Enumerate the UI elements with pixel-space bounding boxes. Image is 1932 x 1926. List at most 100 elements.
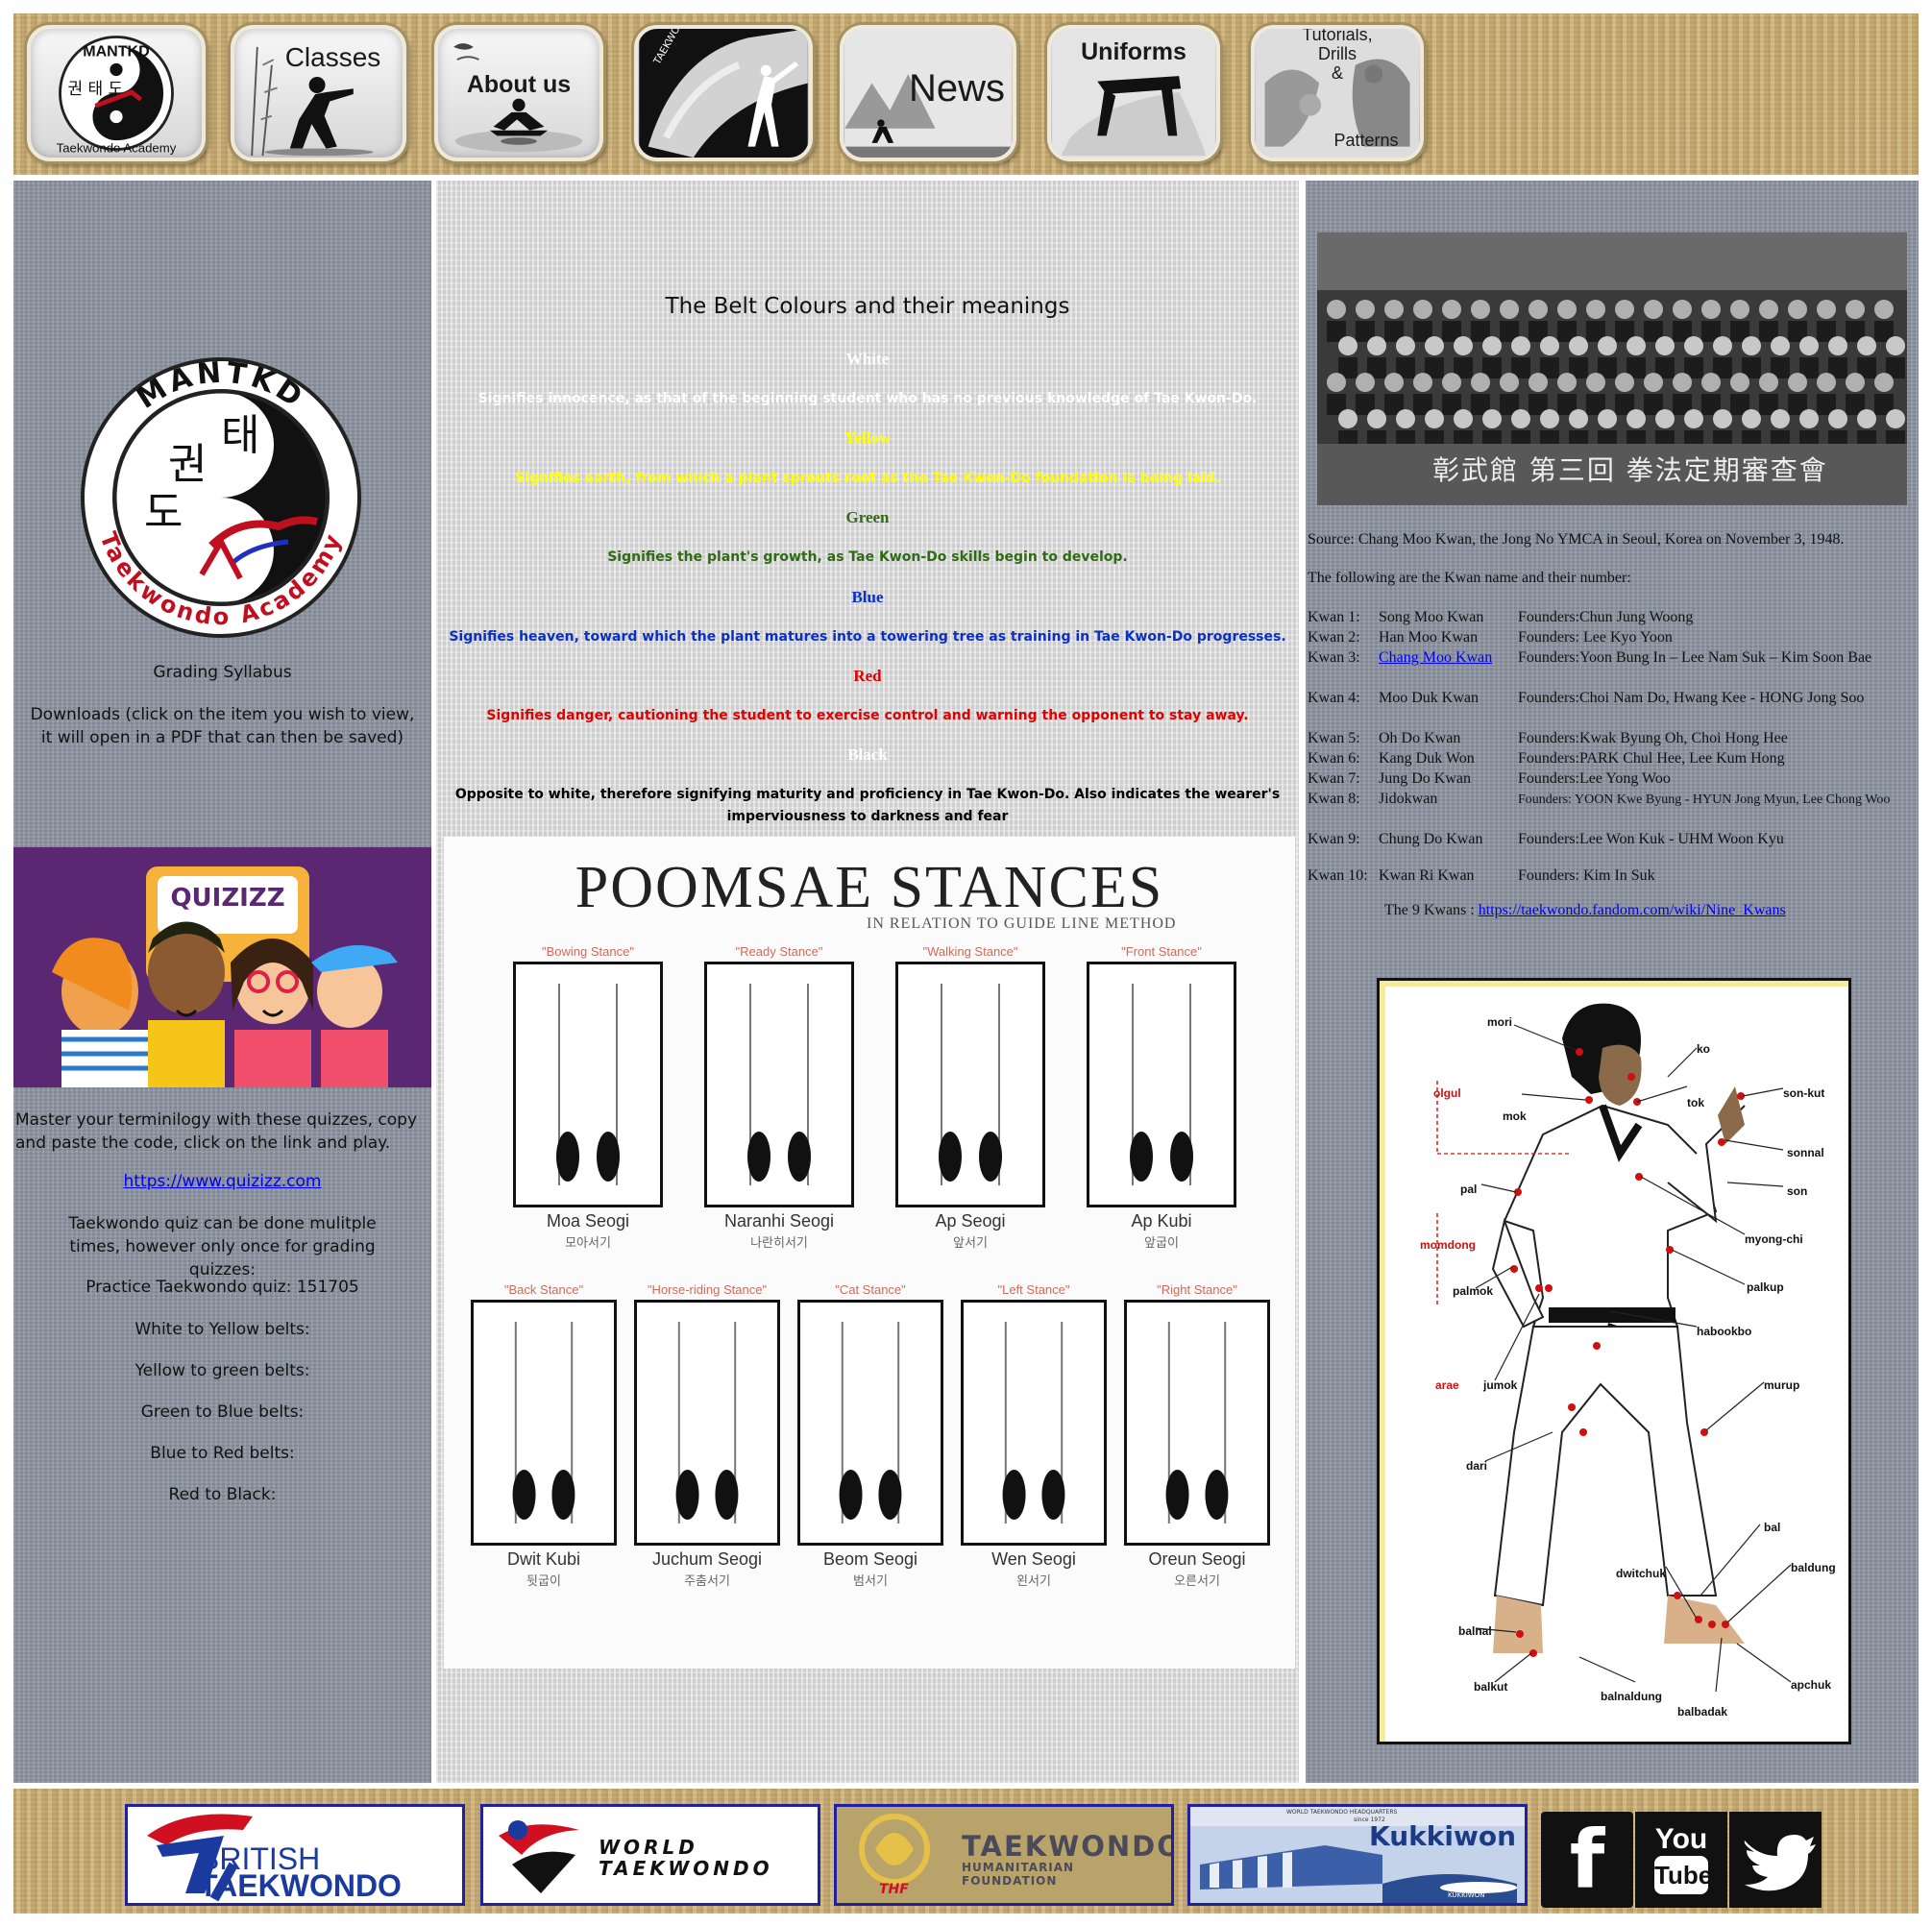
stance-hangul: 범서기 — [853, 1574, 888, 1589]
quizizz-brand-text: QUIZIZZ — [170, 884, 285, 913]
facebook-link[interactable]: f — [1541, 1812, 1633, 1908]
poomsae-title: POOMSAE STANCES — [575, 855, 1164, 920]
thf-logo[interactable]: TAEKWONDO HUMANITARIAN FOUNDATION THF — [834, 1804, 1174, 1906]
grading-syllabus-heading: Grading Syllabus — [153, 663, 292, 682]
belt-black-heading: Black — [847, 745, 888, 764]
twitter-link[interactable] — [1729, 1812, 1822, 1908]
body-part-label-momdong: momdong — [1420, 1238, 1476, 1252]
world-taekwondo-logo[interactable]: WORLD TAEKWONDO — [480, 1804, 820, 1906]
stance-hangul: 앞굽이 — [1144, 1236, 1179, 1251]
body-part-label-dwitchuk: dwitchuk — [1616, 1567, 1667, 1580]
body-part-label-ko: ko — [1697, 1042, 1711, 1056]
footprint-icon — [556, 984, 620, 1185]
kwan-number: Kwan 10: — [1308, 867, 1368, 884]
chang-moo-kwan-link[interactable]: Chang Moo Kwan — [1379, 647, 1518, 668]
nav-uniforms-button[interactable]: Uniforms — [1047, 25, 1220, 161]
kwan-row: Kwan 6: Kang Duk Won Founders:PARK Chul He… — [1308, 748, 1917, 768]
kwan-row: Kwan 10: Kwan Ri Kwan Founders: Kim In Suk — [1308, 865, 1917, 886]
photo-source-text: Source: Chang Moo Kwan, the Jong No YMCA… — [1308, 531, 1845, 548]
nav-tutorials-line1: Tutorials, — [1302, 25, 1373, 44]
body-part-label-baldung: baldung — [1791, 1561, 1836, 1574]
belt-yellow-heading: Yellow — [844, 428, 892, 447]
belt-blue-text: Signifies heaven, toward which the plant… — [449, 629, 1286, 645]
stance-diagram-box — [704, 962, 854, 1207]
quiz-intro-text: Master your terminilogy with these quizz… — [15, 1110, 418, 1153]
nav-tutorials-button[interactable]: Tutorials, Drills & Patterns — [1251, 25, 1424, 161]
stance-tag: "Cat Stance" — [835, 1282, 906, 1297]
red-to-black-quiz: Red to Black: — [168, 1485, 277, 1504]
kwan-name: Oh Do Kwan — [1379, 730, 1461, 746]
kwan-number: Kwan 8: — [1308, 791, 1360, 807]
body-part-label-sonnal: sonnal — [1787, 1146, 1824, 1159]
kwan-name: Jung Do Kwan — [1379, 770, 1471, 787]
nav-news-button[interactable]: News — [840, 25, 1016, 161]
quizizz-link[interactable]: https://www.quizizz.com — [13, 1170, 431, 1193]
body-parts-diagram: mori ko olgul mok tok son-kut sonnal pal son myon… — [1377, 978, 1851, 1744]
yellow-to-green-quiz: Yellow to green belts: — [135, 1361, 310, 1380]
kwan-founders: Founders:PARK Chul Hee, Lee Kum Hong — [1518, 750, 1785, 767]
stance-tag: "Bowing Stance" — [542, 944, 634, 959]
stance-tag: "Walking Stance" — [922, 944, 1018, 959]
nav-logo-top-text: MANTKD — [83, 42, 149, 60]
body-part-label-habookbo: habookbo — [1697, 1325, 1752, 1338]
kwan-row: Kwan 5: Oh Do Kwan Founders:Kwak Byung Oh,… — [1308, 728, 1917, 748]
stance-hangul: 모아서기 — [565, 1236, 611, 1251]
right-sidebar: 彰武館 第三回 拳法定期審查會 Source: Chang Moo Kwan, … — [1306, 181, 1919, 1783]
body-part-label-balnaldung: balnaldung — [1601, 1690, 1662, 1703]
stance-card: "Cat Stance" Beom Seogi 범서기 — [788, 1282, 953, 1609]
nine-kwans-label: The 9 Kwans : — [1384, 902, 1475, 918]
kwan-number: Kwan 4: — [1308, 690, 1360, 706]
kwan-list-intro: The following are the Kwan name and thei… — [1308, 570, 1631, 586]
youtube-tube-text: Tube — [1654, 1856, 1712, 1894]
stance-card: "Ready Stance" Naranhi Seogi 나란히서기 — [695, 944, 864, 1271]
world-taekwondo-text: TAEKWONDO — [599, 1857, 773, 1880]
stance-hangul: 오른서기 — [1174, 1574, 1220, 1589]
stance-card: "Front Stance" Ap Kubi 앞굽이 — [1077, 944, 1246, 1271]
body-part-label-pal: pal — [1460, 1182, 1478, 1196]
thf-abbrev-text: THF — [879, 1882, 909, 1897]
stance-tag: "Horse-riding Stance" — [647, 1282, 768, 1297]
nav-about-button[interactable]: About us — [434, 25, 603, 161]
stance-card: "Bowing Stance" Moa Seogi 모아서기 — [503, 944, 673, 1271]
kwan-row: Kwan 9: Chung Do Kwan Founders:Lee Won Kuk… — [1308, 829, 1917, 849]
left-sidebar: 권 태 도 MANTKD Taekwondo Academy Grading S… — [13, 181, 431, 1783]
thf-title-text: TAEKWONDO — [962, 1830, 1174, 1863]
body-part-label-jumok: jumok — [1483, 1378, 1518, 1392]
nav-tutorials-line4: Patterns — [1333, 131, 1399, 150]
thf-subtitle-text: HUMANITARIAN FOUNDATION — [962, 1861, 1075, 1888]
body-part-label-balkut: balkut — [1474, 1680, 1508, 1694]
nav-home-logo-button[interactable]: MANTKD Taekwondo Academy 권 태 도 — [27, 25, 206, 161]
kwan-row: Kwan 8: Jidokwan Founders: YOON Kwe Byung … — [1308, 789, 1917, 810]
top-navigation-bar: MANTKD Taekwondo Academy 권 태 도 Classes A… — [13, 13, 1919, 175]
stance-card: "Horse-riding Stance" Juchum Seogi 주춤서기 — [624, 1282, 790, 1609]
body-part-label-arae: arae — [1435, 1378, 1459, 1392]
logo-hangul-2: 태 — [221, 411, 259, 460]
stance-name: Ap Seogi — [935, 1211, 1006, 1231]
kwan-row: Kwan 2: Han Moo Kwan Founders: Lee Kyo Yoo… — [1308, 627, 1917, 647]
body-part-label-son: son — [1787, 1184, 1808, 1198]
nav-classes-button[interactable]: Classes — [231, 25, 406, 161]
body-part-label-mori: mori — [1487, 1015, 1513, 1029]
kwan-row: Kwan 3: Chang Moo Kwan Founders:Yoon Bung … — [1308, 647, 1917, 668]
stance-diagram-box — [797, 1300, 943, 1546]
quizizz-banner[interactable]: QUIZIZZ — [13, 847, 431, 1087]
kukkiwon-title: Kukkiwon — [1369, 1820, 1517, 1852]
stance-diagram-box — [513, 962, 663, 1207]
youtube-link[interactable]: You Tube — [1635, 1812, 1727, 1908]
facebook-icon: f — [1569, 1813, 1605, 1907]
kwan-name: Kang Duk Won — [1379, 750, 1475, 767]
stance-card: "Walking Stance" Ap Seogi 앞서기 — [886, 944, 1055, 1271]
body-part-label-balnal: balnal — [1458, 1624, 1492, 1638]
kick-splash-icon: TAEKWONDO — [639, 29, 808, 158]
poomsae-stances-image: POOMSAE STANCES IN RELATION TO GUIDE LIN… — [444, 837, 1295, 1669]
nav-taekwondo-button[interactable]: TAEKWONDO — [634, 25, 813, 161]
belt-white-text: Signifies innocence, as that of the begi… — [477, 391, 1258, 406]
stance-tag: "Left Stance" — [997, 1282, 1070, 1297]
footprint-icon — [1002, 1322, 1065, 1524]
nav-news-label: News — [908, 67, 1006, 110]
british-taekwondo-logo[interactable]: BRITISH TAEKWONDO — [125, 1804, 465, 1906]
kukkiwon-logo[interactable]: WORLD TAEKWONDO HEADQUARTERS since 1972 … — [1187, 1804, 1528, 1906]
nine-kwans-link[interactable]: https://taekwondo.fandom.com/wiki/Nine_K… — [1479, 902, 1786, 918]
kwan-founders: Founders:Yoon Bung In – Lee Nam Suk – Ki… — [1518, 649, 1872, 666]
body-part-label-palmok: palmok — [1453, 1284, 1494, 1298]
